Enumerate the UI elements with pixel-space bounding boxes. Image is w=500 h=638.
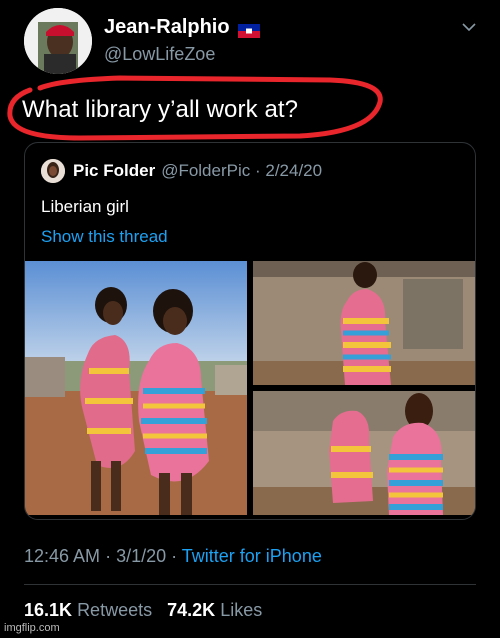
divider [24,584,476,585]
tweet-meta: 12:46 AM · 3/1/20 · Twitter for iPhone [24,546,322,567]
photo-2[interactable] [253,261,475,385]
photo-3[interactable] [253,391,475,515]
photo-grid [25,261,475,519]
author-name-row[interactable]: Jean-Ralphio [104,16,260,39]
author-name[interactable]: Jean-Ralphio [104,16,230,39]
quoted-date[interactable]: 2/24/20 [265,161,322,180]
quoted-header: Pic Folder @FolderPic · 2/24/20 [73,161,322,181]
quoted-separator: · [250,161,266,180]
tweet-time[interactable]: 12:46 AM [24,546,100,566]
quoted-author-handle[interactable]: @FolderPic [161,161,250,180]
likes-label[interactable]: Likes [220,600,262,620]
meta-separator-1: · [100,546,117,566]
author-handle[interactable]: @LowLifeZoe [104,44,215,65]
tweet-text: What library y’all work at? [22,96,299,123]
quoted-author-avatar[interactable] [41,159,65,183]
tweet-date[interactable]: 3/1/20 [116,546,166,566]
quoted-tweet-card[interactable]: Pic Folder @FolderPic · 2/24/20 Liberian … [24,142,476,520]
quoted-author-name[interactable]: Pic Folder [73,161,155,180]
haiti-flag-icon [237,21,260,38]
show-thread-link[interactable]: Show this thread [41,227,168,247]
quoted-text: Liberian girl [41,197,129,216]
author-avatar[interactable] [24,8,92,74]
tweet-source[interactable]: Twitter for iPhone [182,546,322,566]
imgflip-watermark: imgflip.com [4,622,60,634]
photo-1[interactable] [25,261,247,515]
likes-count[interactable]: 74.2K [167,600,215,620]
tweet-stats: 16.1K Retweets 74.2K Likes [24,600,262,621]
meta-separator-2: · [166,546,182,566]
chevron-down-icon[interactable] [462,22,476,32]
retweets-count[interactable]: 16.1K [24,600,72,620]
retweets-label[interactable]: Retweets [77,600,152,620]
